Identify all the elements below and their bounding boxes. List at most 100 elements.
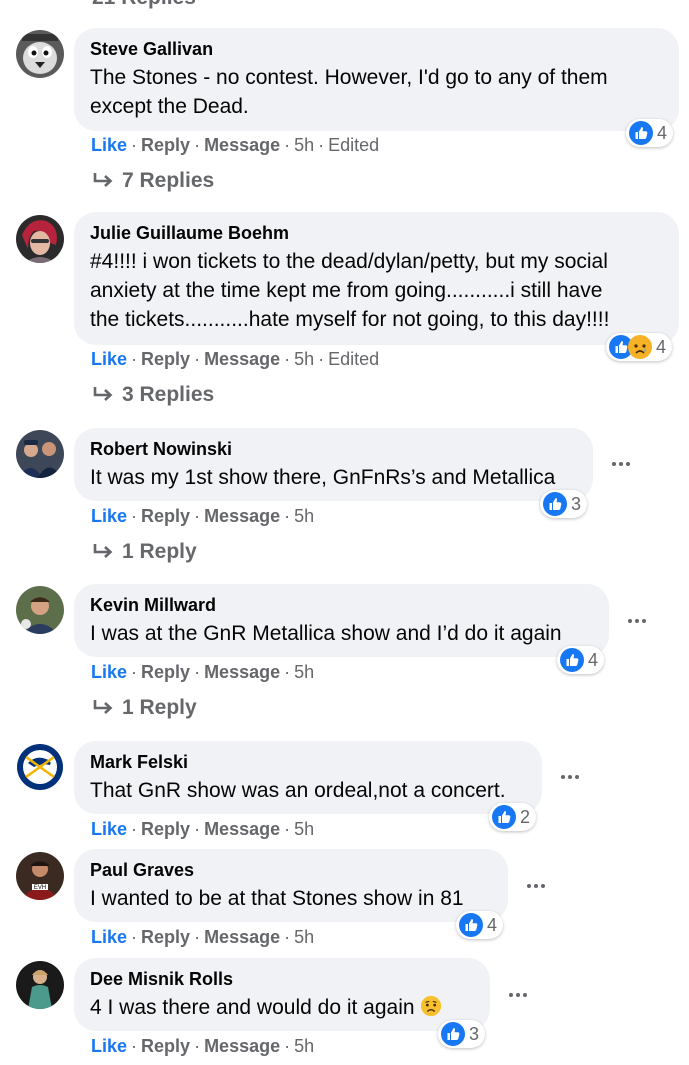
comment-actions: Like · Reply · Message · 5h	[91, 506, 315, 526]
more-options-button[interactable]	[500, 985, 536, 1005]
comment-text: The Stones - no contest. However, I'd go…	[90, 66, 608, 118]
profile-photo-avatar	[16, 215, 64, 263]
comment-text: #4!!!! i won tickets to the dead/dylan/p…	[90, 250, 610, 331]
reaction-summary[interactable]: 3	[438, 1020, 486, 1048]
comment-bubble: Paul Graves I wanted to be at that Stone…	[74, 849, 508, 922]
reaction-summary[interactable]: 2	[489, 803, 537, 831]
message-button[interactable]: Message	[204, 1036, 280, 1056]
avatar[interactable]	[16, 961, 64, 1009]
reaction-count: 3	[571, 493, 582, 514]
avatar[interactable]	[16, 586, 64, 634]
reaction-count: 3	[469, 1023, 480, 1044]
like-button[interactable]: Like	[91, 819, 127, 839]
svg-text:EVH: EVH	[34, 885, 46, 891]
message-button[interactable]: Message	[204, 819, 280, 839]
view-replies-link[interactable]: 1 Reply	[92, 540, 197, 564]
comment-actions: Like · Reply · Message · 5h	[91, 662, 315, 682]
like-button[interactable]: Like	[91, 662, 127, 682]
comment-author[interactable]: Robert Nowinski	[90, 438, 577, 460]
comment-author[interactable]: Kevin Millward	[90, 594, 593, 616]
comment-text: 4 I was there and would do it again	[90, 993, 474, 1022]
comment-bubble: Julie Guillaume Boehm #4!!!! i won ticke…	[74, 212, 679, 345]
reaction-count: 4	[657, 122, 668, 143]
message-button[interactable]: Message	[204, 506, 280, 526]
sabres-logo-avatar	[16, 743, 64, 791]
comment-actions: Like · Reply · Message · 5h	[91, 927, 315, 947]
comment-author[interactable]: Dee Misnik Rolls	[90, 968, 474, 990]
reply-button[interactable]: Reply	[141, 1036, 190, 1056]
message-button[interactable]: Message	[204, 135, 280, 155]
timestamp[interactable]: 5h	[294, 1036, 314, 1056]
timestamp[interactable]: 5h	[294, 819, 314, 839]
like-reaction-icon	[441, 1022, 465, 1046]
message-button[interactable]: Message	[204, 349, 280, 369]
reaction-count: 4	[656, 336, 667, 357]
reply-button[interactable]: Reply	[141, 135, 190, 155]
view-replies-link[interactable]: 1 Reply	[92, 696, 197, 720]
profile-photo-avatar: EVH	[16, 852, 64, 900]
comment-author[interactable]: Mark Felski	[90, 751, 526, 773]
reply-arrow-icon	[93, 387, 113, 401]
avatar[interactable]	[16, 430, 64, 478]
view-replies-link-top[interactable]: 21 Replies	[92, 0, 196, 10]
comment-text: I wanted to be at that Stones show in 81	[90, 887, 464, 910]
like-reaction-icon	[629, 121, 653, 145]
comment-text: I was at the GnR Metallica show and I’d …	[90, 622, 562, 645]
comment-author[interactable]: Paul Graves	[90, 859, 492, 881]
like-reaction-icon	[543, 492, 567, 516]
more-options-button[interactable]	[518, 876, 554, 896]
sad-face-emoji-icon	[421, 995, 442, 1017]
comment-bubble: Kevin Millward I was at the GnR Metallic…	[74, 584, 609, 657]
more-options-button[interactable]	[619, 611, 655, 631]
timestamp[interactable]: 5h	[294, 927, 314, 947]
reaction-count: 2	[520, 806, 531, 827]
comments-feed: 21 Replies Steve Gallivan The Stones - n…	[0, 0, 689, 1065]
edited-label[interactable]: Edited	[328, 349, 379, 369]
avatar[interactable]	[16, 30, 64, 78]
comment-author[interactable]: Julie Guillaume Boehm	[90, 222, 663, 244]
reply-button[interactable]: Reply	[141, 662, 190, 682]
comment-actions: Like · Reply · Message · 5h	[91, 1036, 315, 1056]
edited-label[interactable]: Edited	[328, 135, 379, 155]
timestamp[interactable]: 5h	[294, 662, 314, 682]
like-button[interactable]: Like	[91, 135, 127, 155]
reaction-summary[interactable]: 4	[557, 646, 605, 674]
more-options-button[interactable]	[552, 767, 588, 787]
view-replies-link[interactable]: 3 Replies	[92, 383, 214, 407]
avatar[interactable]: EVH	[16, 852, 64, 900]
view-replies-link[interactable]: 7 Replies	[92, 169, 214, 193]
message-button[interactable]: Message	[204, 662, 280, 682]
like-button[interactable]: Like	[91, 1036, 127, 1056]
reply-button[interactable]: Reply	[141, 349, 190, 369]
message-button[interactable]: Message	[204, 927, 280, 947]
avatar[interactable]	[16, 743, 64, 791]
reaction-summary[interactable]: 3	[540, 490, 588, 518]
comment-bubble: Dee Misnik Rolls 4 I was there and would…	[74, 958, 490, 1031]
reply-button[interactable]: Reply	[141, 506, 190, 526]
comment-bubble: Robert Nowinski It was my 1st show there…	[74, 428, 593, 501]
reaction-summary[interactable]: 4	[606, 333, 673, 361]
reply-button[interactable]: Reply	[141, 819, 190, 839]
sad-reaction-icon	[628, 335, 652, 359]
reply-button[interactable]: Reply	[141, 927, 190, 947]
like-button[interactable]: Like	[91, 349, 127, 369]
reply-arrow-icon	[93, 700, 113, 714]
reaction-count: 4	[588, 649, 599, 670]
comment-actions: Like · Reply · Message · 5h · Edited	[91, 349, 380, 369]
reaction-summary[interactable]: 4	[626, 119, 674, 147]
reaction-summary[interactable]: 4	[456, 911, 504, 939]
timestamp[interactable]: 5h	[294, 506, 314, 526]
timestamp[interactable]: 5h	[294, 135, 314, 155]
comment-bubble: Mark Felski That GnR show was an ordeal,…	[74, 741, 542, 814]
like-button[interactable]: Like	[91, 927, 127, 947]
comment-author[interactable]: Steve Gallivan	[90, 38, 663, 60]
timestamp[interactable]: 5h	[294, 349, 314, 369]
comment-bubble: Steve Gallivan The Stones - no contest. …	[74, 28, 679, 131]
comment-actions: Like · Reply · Message · 5h	[91, 819, 315, 839]
reaction-count: 4	[487, 914, 498, 935]
like-reaction-icon	[459, 913, 483, 937]
like-button[interactable]: Like	[91, 506, 127, 526]
more-options-button[interactable]	[603, 454, 639, 474]
avatar[interactable]	[16, 215, 64, 263]
profile-photo-avatar	[16, 586, 64, 634]
